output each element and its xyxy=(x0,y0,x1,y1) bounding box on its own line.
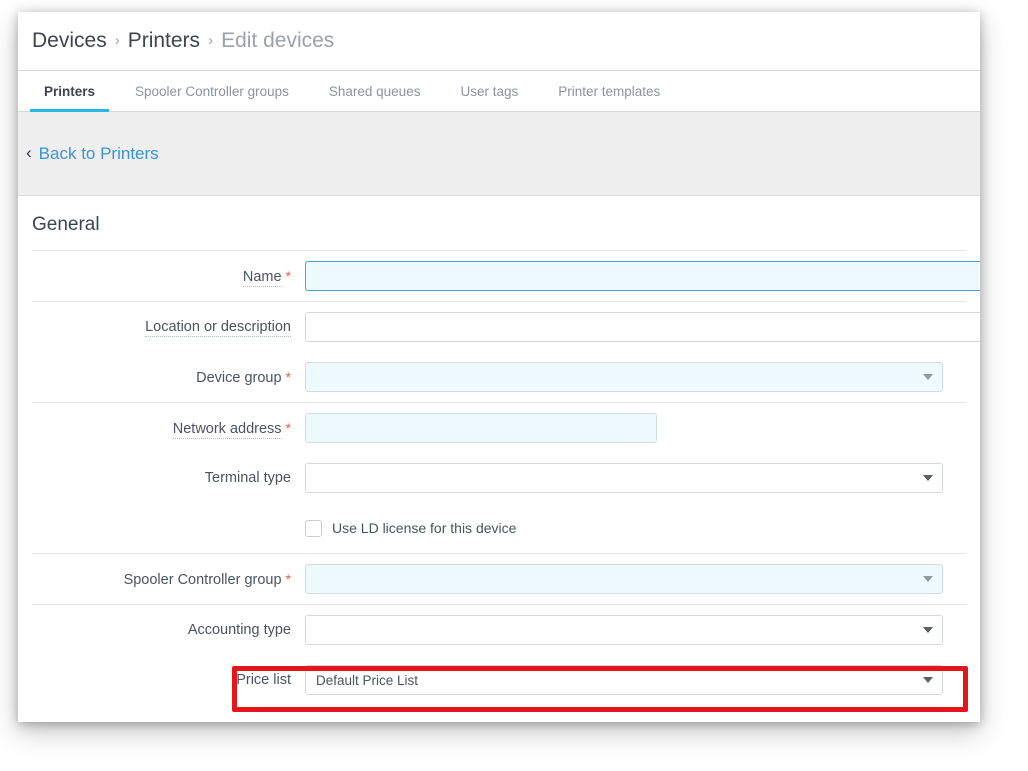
price-list-select[interactable]: Default Price List xyxy=(305,665,943,695)
required-asterisk: * xyxy=(285,368,291,385)
screenshot-root: Devices › Printers › Edit devices Printe… xyxy=(0,0,1028,771)
chevron-down-icon xyxy=(923,627,933,633)
back-to-printers-link[interactable]: ‹ Back to Printers xyxy=(24,140,161,168)
breadcrumb: Devices › Printers › Edit devices xyxy=(18,12,980,70)
form-row-price-list: Price list Default Price List xyxy=(18,655,980,705)
chevron-down-icon xyxy=(923,677,933,683)
label-network-address: Network address * xyxy=(172,419,291,439)
form-row-terminal-type: Terminal type xyxy=(18,453,980,503)
required-asterisk: * xyxy=(285,570,291,587)
device-group-select[interactable] xyxy=(305,362,943,392)
tab-user-tags[interactable]: User tags xyxy=(440,71,538,111)
sub-header-band: ‹ Back to Printers xyxy=(18,112,980,196)
chevron-left-icon: ‹ xyxy=(26,143,32,162)
required-asterisk: * xyxy=(285,267,291,284)
price-list-value: Default Price List xyxy=(316,672,419,688)
spooler-controller-group-select[interactable] xyxy=(305,564,943,594)
label-price-list: Price list xyxy=(236,672,291,688)
required-asterisk: * xyxy=(285,419,291,436)
network-address-input[interactable] xyxy=(305,413,657,443)
back-to-printers-label: Back to Printers xyxy=(38,143,159,163)
form-row-accounting-type: Accounting type xyxy=(18,605,980,655)
chevron-down-icon xyxy=(923,374,933,380)
tab-shared-queues[interactable]: Shared queues xyxy=(309,71,441,111)
chevron-down-icon xyxy=(923,576,933,582)
breadcrumb-item-edit-devices: Edit devices xyxy=(221,29,335,52)
form-row-device-group: Device group * xyxy=(18,352,980,402)
chevron-down-icon xyxy=(923,475,933,481)
form-row-network-address: Network address * xyxy=(18,403,980,453)
breadcrumb-item-devices[interactable]: Devices xyxy=(32,29,107,53)
ld-license-label: Use LD license for this device xyxy=(332,520,517,536)
name-input[interactable] xyxy=(305,261,980,291)
form-row-location: Location or description xyxy=(18,302,980,352)
edit-devices-card: Devices › Printers › Edit devices Printe… xyxy=(18,12,980,722)
label-name: Name * xyxy=(242,267,291,287)
label-spooler-controller-group: Spooler Controller group * xyxy=(123,570,291,588)
tab-bar: Printers Spooler Controller groups Share… xyxy=(18,70,980,112)
ld-license-checkbox[interactable] xyxy=(305,519,322,537)
form-row-ld-license: Use LD license for this device xyxy=(18,503,980,553)
tab-printers[interactable]: Printers xyxy=(24,71,115,112)
ld-license-checkbox-row[interactable]: Use LD license for this device xyxy=(305,519,517,537)
breadcrumb-item-printers[interactable]: Printers xyxy=(128,29,200,53)
location-input[interactable] xyxy=(305,312,980,342)
form-row-spooler-controller-group: Spooler Controller group * xyxy=(18,554,980,604)
label-location-or-description: Location or description xyxy=(145,319,291,337)
form-row-name: Name * xyxy=(18,251,980,301)
label-device-group: Device group * xyxy=(196,368,291,386)
accounting-type-select[interactable] xyxy=(305,615,943,645)
section-title-general: General xyxy=(32,214,100,235)
label-accounting-type: Accounting type xyxy=(187,622,291,638)
label-terminal-type: Terminal type xyxy=(204,470,291,486)
general-form: General Name * Location or description D… xyxy=(18,196,980,705)
breadcrumb-separator-icon: › xyxy=(114,31,120,49)
tab-printer-templates[interactable]: Printer templates xyxy=(538,71,680,111)
terminal-type-select[interactable] xyxy=(305,463,943,493)
breadcrumb-separator-icon: › xyxy=(208,31,214,49)
tab-spooler-controller-groups[interactable]: Spooler Controller groups xyxy=(115,71,309,111)
